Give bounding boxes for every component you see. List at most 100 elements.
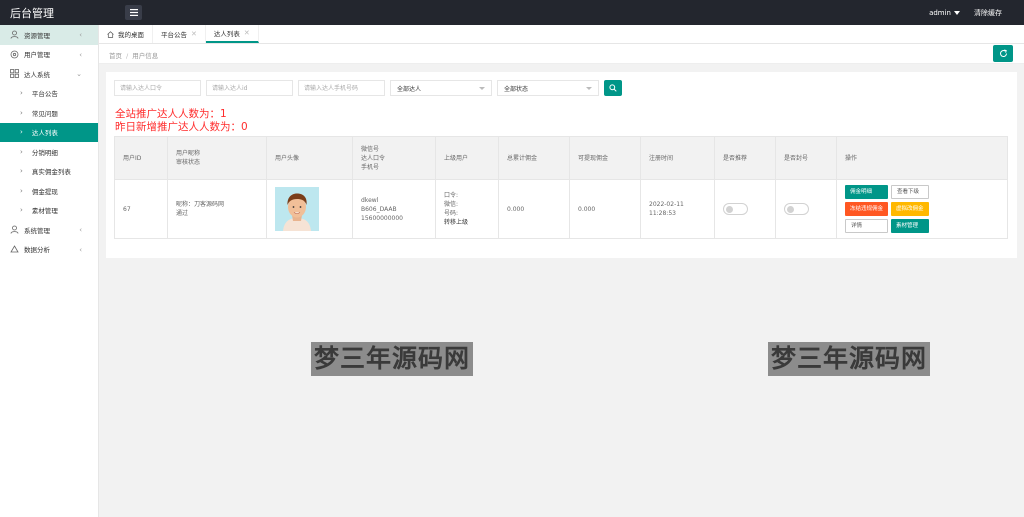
tab-desktop[interactable]: 我的桌面 [99, 25, 153, 43]
top-header: 后台管理 admin 清除缓存 [0, 0, 1024, 25]
transfer-parent-link[interactable]: 转移上级 [444, 218, 498, 227]
header-avatar: 用户头像 [266, 136, 353, 180]
sidebar-item-distribution[interactable]: › 分销明细 [0, 142, 98, 162]
grid-icon [10, 69, 19, 79]
sidebar-item-talent-system[interactable]: 达人系统 ⌄ [0, 64, 98, 84]
sidebar-item-system[interactable]: 系统管理 ‹ [0, 220, 98, 240]
menu-toggle-button[interactable] [125, 5, 142, 20]
cell-id: 67 [114, 179, 168, 239]
breadcrumb-home[interactable]: 首页 [109, 52, 122, 60]
header-banned: 是否封号 [775, 136, 837, 180]
chevron-right-icon: › [20, 167, 23, 176]
chevron-right-icon: › [20, 89, 23, 98]
sidebar-item-label: 素材管理 [31, 207, 58, 216]
cell-recommend [714, 179, 776, 239]
header-nick-audit: 用户昵称 审核状态 [167, 136, 267, 180]
refresh-icon [999, 49, 1007, 57]
tab-label: 我的桌面 [118, 31, 144, 39]
select-value: 全部状态 [504, 85, 529, 93]
tab-talent-list[interactable]: 达人列表 ✕ [205, 25, 259, 43]
cell-nick-audit: 昵称：刀客源码网 通过 [167, 179, 267, 239]
header-id: 用户ID [114, 136, 168, 180]
hamburger-icon [129, 9, 138, 16]
recycle-icon [10, 244, 19, 254]
tab-announcement[interactable]: 平台公告 ✕ [153, 25, 206, 43]
user-icon [10, 225, 19, 234]
material-button[interactable]: 素材管理 [891, 219, 929, 233]
cell-reg-time: 2022-02-11 11:28:53 [640, 179, 715, 239]
commission-detail-button[interactable]: 佣金明细 [845, 185, 889, 199]
table-row: 67 昵称：刀客源码网 通过 dkewl B606_DAAB 156000000… [114, 179, 1008, 239]
chevron-right-icon: › [20, 128, 23, 137]
banned-toggle[interactable] [784, 203, 809, 215]
phone-input[interactable] [298, 80, 385, 96]
select-value: 全部达人 [397, 85, 422, 93]
cell-parent: 口令: 微信: 号码: 转移上级 [435, 179, 499, 239]
sidebar-item-announcement[interactable]: › 平台公告 [0, 84, 98, 104]
sidebar-item-label: 系统管理 [24, 226, 50, 235]
sidebar-item-label: 数据分析 [24, 246, 50, 255]
username: admin [929, 9, 951, 17]
header-parent: 上级用户 [435, 136, 499, 180]
search-button[interactable] [604, 80, 622, 96]
chevron-right-icon: › [20, 206, 23, 215]
sidebar-item-label: 用户管理 [24, 51, 50, 60]
header-recommend: 是否推荐 [714, 136, 776, 180]
cell-wechat-code-phone: dkewl B606_DAAB 15600000000 [352, 179, 436, 239]
sidebar-item-withdraw[interactable]: › 佣金提现 [0, 181, 98, 201]
breadcrumb: 首页 / 用户信息 [109, 50, 158, 60]
chevron-down-icon [479, 86, 485, 90]
code-input[interactable] [114, 80, 201, 96]
sidebar-item-label: 常见问题 [31, 109, 58, 118]
close-icon[interactable]: ✕ [244, 29, 250, 37]
watermark: 梦三年源码网 [311, 342, 474, 376]
sidebar-item-label: 达人列表 [31, 129, 58, 138]
sidebar-item-users[interactable]: 用户管理 ‹ [0, 45, 98, 65]
sidebar-item-label: 分销明细 [31, 148, 58, 157]
breadcrumb-bar: 首页 / 用户信息 [99, 44, 1024, 64]
id-input[interactable] [206, 80, 293, 96]
header-withdrawable: 可提现佣金 [569, 136, 641, 180]
breadcrumb-current: 用户信息 [132, 52, 159, 60]
status-select[interactable]: 全部状态 [497, 80, 599, 96]
home-icon [107, 30, 114, 38]
sidebar-item-material[interactable]: › 素材管理 [0, 201, 98, 221]
chevron-left-icon: ‹ [79, 50, 82, 59]
sidebar-item-real-commission[interactable]: › 真实佣金列表 [0, 162, 98, 182]
sidebar-item-faq[interactable]: › 常见问题 [0, 103, 98, 123]
talent-type-select[interactable]: 全部达人 [390, 80, 492, 96]
search-icon [609, 84, 617, 92]
sidebar-item-analytics[interactable]: 数据分析 ‹ [0, 240, 98, 260]
header-reg-time: 注册时间 [640, 136, 715, 180]
cell-total-commission: 0.000 [498, 179, 570, 239]
avatar [275, 187, 319, 231]
clear-cache-link[interactable]: 清除缓存 [974, 8, 1002, 18]
cell-banned [775, 179, 837, 239]
refresh-button[interactable] [993, 45, 1013, 62]
breadcrumb-separator: / [126, 52, 129, 60]
sidebar-item-resource[interactable]: 资源管理 ‹ [0, 25, 98, 45]
chevron-right-icon: › [20, 108, 23, 117]
recommend-toggle[interactable] [723, 203, 748, 215]
tab-label: 平台公告 [161, 31, 187, 39]
virtual-commission-button[interactable]: 虚拟改佣金 [891, 202, 929, 216]
chevron-down-icon: ⌄ [76, 70, 82, 78]
detail-button[interactable]: 详情 [845, 219, 889, 233]
freeze-commission-button[interactable]: 冻结违规佣金 [845, 202, 889, 216]
chevron-down-icon [586, 86, 592, 90]
main-card: 全部达人 全部状态 全站推广达人人数为：1 昨日新增推广达人人数为：0 用户ID… [106, 72, 1017, 258]
sidebar-item-label: 达人系统 [24, 70, 50, 79]
close-icon[interactable]: ✕ [191, 30, 197, 38]
sidebar-item-talent-list[interactable]: › 达人列表 [0, 122, 98, 142]
new-talent-count: 昨日新增推广达人人数为：0 [115, 121, 248, 133]
user-menu[interactable]: admin [929, 9, 960, 17]
chevron-left-icon: ‹ [79, 31, 82, 39]
talent-table: 用户ID 用户昵称 审核状态 用户头像 微信号 达人口令 手机号 上级用户 总累计佣金… [114, 136, 1008, 239]
cell-ops: 佣金明细 查看下级 冻结违规佣金 虚拟改佣金 详情 素材管理 [836, 179, 1008, 239]
filter-bar: 全部达人 全部状态 [114, 80, 622, 96]
view-sub-button[interactable]: 查看下级 [891, 185, 929, 199]
user-icon [10, 30, 19, 39]
settings-icon [10, 50, 19, 59]
app-title: 后台管理 [10, 7, 54, 20]
total-talent-count: 全站推广达人人数为：1 [115, 108, 227, 120]
